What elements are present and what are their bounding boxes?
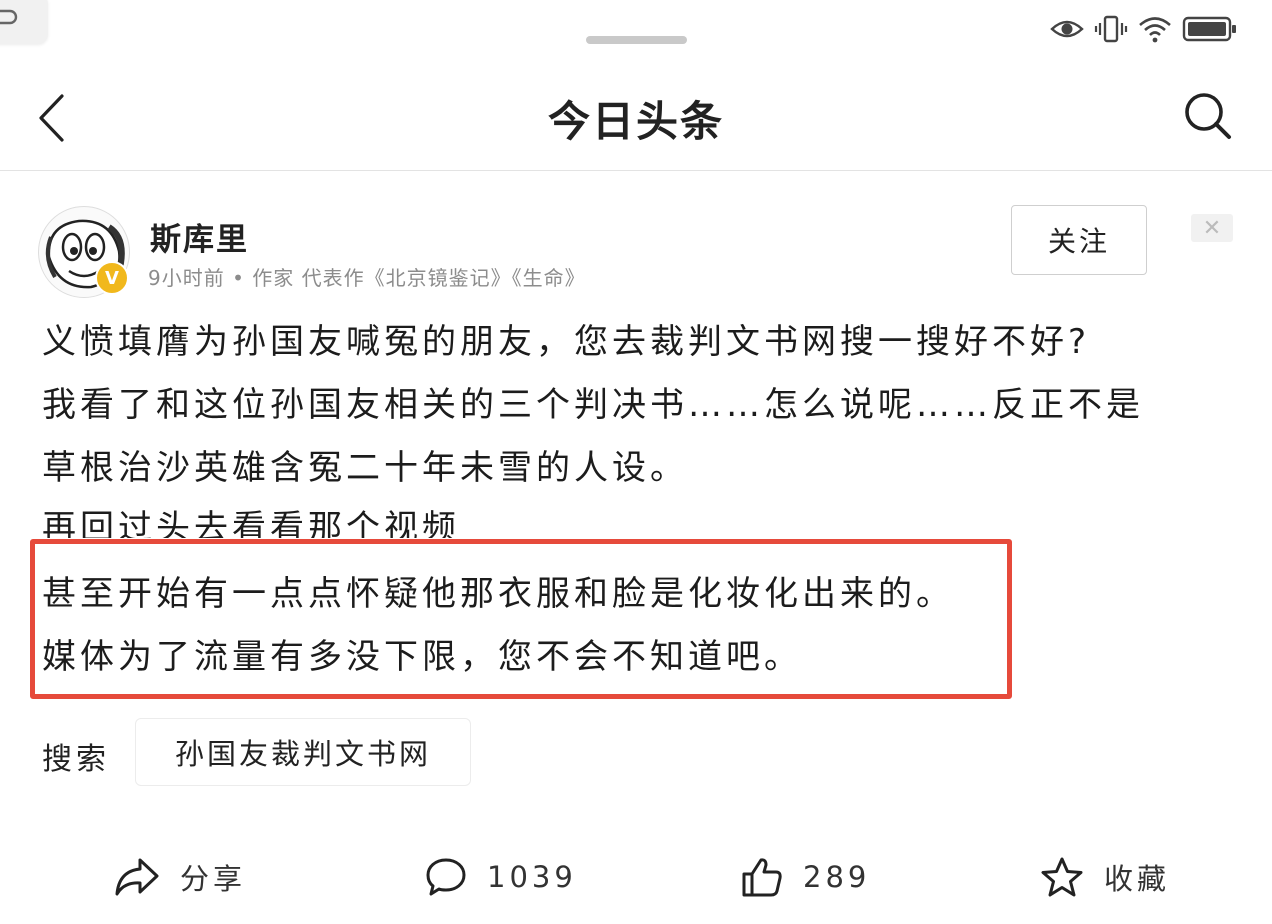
comment-count: 1039 (487, 860, 577, 894)
share-icon (115, 858, 159, 896)
comment-button[interactable]: 1039 (425, 850, 577, 904)
comment-icon (426, 858, 466, 896)
vibrate-icon (1094, 15, 1128, 43)
post-line-2: 我看了和这位孙国友相关的三个判决书……怎么说呢……反正不是 (42, 385, 1144, 425)
post-line-3: 草根治沙英雄含冤二十年未雪的人设。 (42, 448, 688, 488)
verified-badge: V (95, 261, 129, 295)
close-icon: ✕ (1202, 215, 1222, 241)
drag-handle[interactable] (586, 36, 687, 44)
favorite-button[interactable]: 收藏 (1040, 850, 1170, 904)
like-button[interactable]: 289 (741, 850, 870, 904)
status-bar-icons (1050, 14, 1238, 44)
search-suggestion-chip[interactable]: 孙国友裁判文书网 (135, 718, 471, 786)
author-name[interactable]: 斯库里 (150, 214, 249, 259)
star-icon (1041, 857, 1083, 897)
floating-window-tab[interactable] (0, 0, 48, 44)
search-button[interactable] (1178, 86, 1238, 146)
search-label: 搜索 (42, 742, 110, 777)
share-label: 分享 (180, 862, 247, 896)
battery-icon (1182, 16, 1236, 42)
red-highlight-box (30, 539, 1012, 699)
follow-button[interactable]: 关注 (1011, 205, 1147, 275)
app-header: 今日头条 (0, 70, 1272, 171)
window-tab-icon (0, 9, 18, 25)
post-line-4: 再回过头去看看那个视频 (42, 508, 460, 538)
dismiss-button[interactable]: ✕ (1191, 214, 1233, 242)
share-button[interactable]: 分享 (114, 850, 246, 904)
thumbs-up-icon (742, 858, 782, 897)
search-icon (1185, 93, 1231, 139)
wifi-icon (1139, 17, 1171, 43)
eye-icon (1050, 20, 1084, 38)
favorite-label: 收藏 (1104, 862, 1171, 896)
like-count: 289 (803, 860, 871, 894)
post-line-1: 义愤填膺为孙国友喊冤的朋友，您去裁判文书网搜一搜好不好? (42, 322, 1091, 362)
author-meta: 9小时前 • 作家 代表作《北京镜鉴记》《生命》 (148, 266, 586, 290)
page-title: 今日头条 (547, 97, 724, 146)
